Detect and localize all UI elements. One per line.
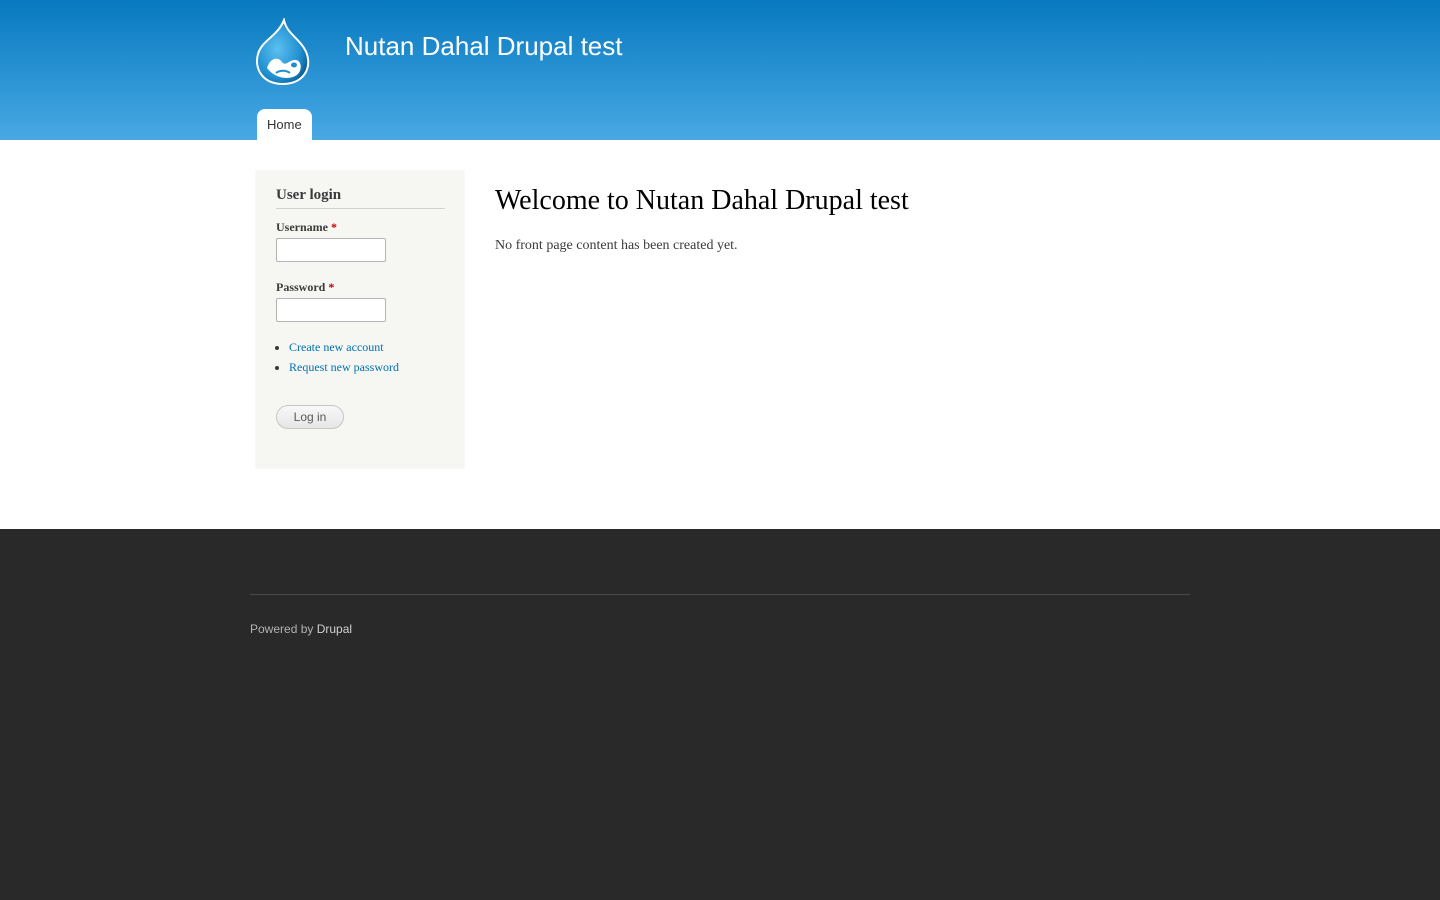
block-title: User login (276, 187, 445, 209)
request-password-link[interactable]: Request new password (289, 360, 399, 374)
user-login-block: User login Username * Password * Create … (255, 170, 465, 469)
site-footer: Powered by Drupal (0, 529, 1440, 900)
password-input[interactable] (276, 298, 386, 322)
front-page-message: No front page content has been created y… (495, 238, 738, 253)
password-form-item: Password * (276, 280, 444, 322)
login-button[interactable]: Log in (276, 405, 344, 429)
powered-by-text: Powered by Drupal (250, 622, 353, 636)
main-menu-item-home[interactable]: Home (257, 109, 312, 140)
create-account-link[interactable]: Create new account (289, 340, 384, 354)
site-header: Nutan Dahal Drupal test Home (0, 0, 1440, 140)
list-item: Request new password (289, 360, 444, 374)
drupal-logo-icon[interactable] (252, 18, 314, 86)
required-marker: * (330, 220, 337, 234)
main-menu: Home (257, 109, 312, 140)
password-label: Password * (276, 280, 335, 294)
drupal-link[interactable]: Drupal (317, 622, 352, 636)
footer-divider (250, 594, 1190, 595)
username-form-item: Username * (276, 220, 444, 262)
site-name-link[interactable]: Nutan Dahal Drupal test (345, 30, 622, 62)
user-links-list: Create new account Request new password (276, 340, 444, 374)
list-item: Create new account (289, 340, 444, 354)
required-marker: * (328, 280, 335, 294)
page-title: Welcome to Nutan Dahal Drupal test (495, 185, 909, 216)
main-content-area: User login Username * Password * Create … (0, 140, 1440, 529)
username-input[interactable] (276, 238, 386, 262)
username-label: Username * (276, 220, 337, 234)
